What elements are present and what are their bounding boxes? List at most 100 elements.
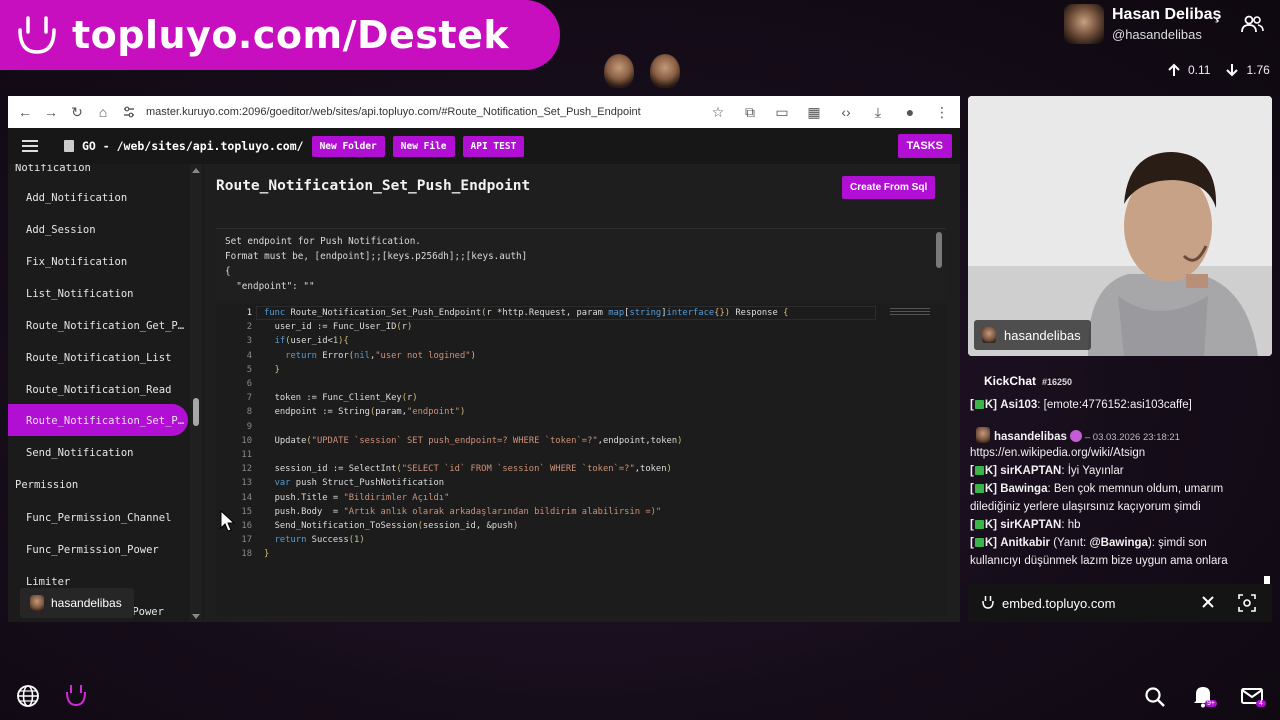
line-number: 7 <box>246 393 252 404</box>
line-number: 11 <box>241 450 252 460</box>
forward-button[interactable]: → <box>38 99 64 125</box>
qr-icon[interactable]: ▦ <box>802 99 826 125</box>
avatar <box>30 595 44 611</box>
sidebar-item[interactable]: Func_Permission_Channel <box>26 512 171 524</box>
chat-username[interactable]: sirKAPTAN <box>1000 519 1061 531</box>
chat-message: [K] sirKAPTAN: hb <box>970 519 1081 531</box>
screenshot-icon[interactable] <box>1238 594 1256 612</box>
devtools-icon[interactable]: ‹› <box>834 99 858 125</box>
code-editor[interactable]: 1 func Route_Notification_Set_Push_Endpoi… <box>216 304 946 616</box>
mouse-pointer-icon <box>220 510 236 532</box>
chat-username[interactable]: hasandelibas <box>994 431 1067 443</box>
globe-icon[interactable] <box>16 684 40 708</box>
avatar <box>982 327 996 343</box>
back-button[interactable]: ← <box>12 99 38 125</box>
viewer-faces <box>604 54 680 88</box>
code-line: token := Func_Client_Key(r) <box>264 393 418 404</box>
code-line: user_id := Func_User_ID(r) <box>264 322 413 333</box>
chat-username[interactable]: Anitkabir <box>1000 537 1050 549</box>
network-stats: 0.11 1.76 <box>1166 62 1270 78</box>
create-from-sql-button[interactable]: Create From Sql <box>842 176 936 199</box>
line-number: 8 <box>246 407 252 418</box>
arrow-down-icon <box>1226 64 1239 77</box>
hamburger-menu-icon[interactable] <box>22 140 38 152</box>
close-icon[interactable] <box>1200 594 1216 610</box>
verified-badge-icon <box>1069 430 1082 442</box>
chat-message: [K] Anitkabir (Yanıt: @Bawinga): şimdi s… <box>970 537 1207 549</box>
sidebar-item-active[interactable]: Route_Notification_Set_P… <box>26 415 184 427</box>
sidebar-item[interactable]: Route_Notification_Read <box>26 384 171 396</box>
menu-kebab-icon[interactable]: ⋮ <box>930 99 954 125</box>
profile-avatar-icon[interactable]: ● <box>898 99 922 125</box>
new-file-button[interactable]: New File <box>392 135 455 157</box>
sidebar-scrollbar[interactable] <box>190 164 202 622</box>
bookmark-star-icon[interactable]: ☆ <box>706 99 730 125</box>
chat-username[interactable]: sirKAPTAN <box>1000 465 1061 477</box>
topluyo-logo-icon <box>982 596 994 609</box>
reload-button[interactable]: ↻ <box>64 99 90 125</box>
chat-text: ): şimdi son <box>1147 537 1207 549</box>
cast-icon[interactable]: ▭ <box>770 99 794 125</box>
embed-url[interactable]: embed.topluyo.com <box>1002 596 1115 611</box>
address-bar: ← → ↻ ⌂ master.kuruyo.com:2096/goeditor/… <box>8 96 960 128</box>
url-input[interactable]: master.kuruyo.com:2096/goeditor/web/site… <box>146 106 641 118</box>
api-test-button[interactable]: API TEST <box>462 135 525 157</box>
mail-badge: 4 <box>1256 700 1266 707</box>
sidebar-item[interactable]: Limiter <box>26 576 70 588</box>
editor-toolbar: GO - /web/sites/api.topluyo.com/ New Fol… <box>8 128 960 164</box>
line-number: 5 <box>246 364 252 375</box>
kick-badge: K] <box>984 537 997 549</box>
code-minimap[interactable] <box>890 308 930 322</box>
scroll-down-arrow-icon[interactable] <box>192 614 200 619</box>
sidebar-group-notification[interactable]: Notification <box>15 164 91 174</box>
chat-header: KickChat #16250 <box>984 374 1072 388</box>
comment-line: Set endpoint for Push Notification. <box>225 236 421 247</box>
viewer-name: hasandelibas <box>51 596 122 610</box>
download-icon[interactable]: ⤓ <box>866 99 890 125</box>
scroll-up-arrow-icon[interactable] <box>192 168 200 173</box>
topluyo-banner: topluyo.com/Destek <box>0 0 560 70</box>
line-number: 17 <box>241 535 252 546</box>
site-info-icon[interactable] <box>122 105 136 119</box>
chat-username[interactable]: Bawinga <box>1000 483 1047 495</box>
users-icon[interactable] <box>1240 14 1264 34</box>
sidebar-item[interactable]: Route_Notification_Get_P… <box>26 320 184 332</box>
topluyo-logo-icon <box>18 16 56 54</box>
sidebar-item[interactable]: List_Notification <box>26 288 133 300</box>
extensions-icon[interactable]: ⧉ <box>738 99 762 125</box>
profile-name: Hasan Delibaş <box>1112 6 1222 23</box>
search-icon[interactable] <box>1144 686 1166 708</box>
sidebar-item[interactable]: Send_Notification <box>26 447 133 459</box>
sidebar-item[interactable]: Fix_Notification <box>26 256 127 268</box>
tasks-button[interactable]: TASKS <box>897 134 952 158</box>
avatar[interactable] <box>1064 4 1104 44</box>
chat-username[interactable]: Asi103 <box>1000 399 1037 411</box>
notification-badge: 9+ <box>1205 700 1217 707</box>
sidebar-item[interactable]: Func_Permission_Power <box>26 544 159 556</box>
topluyo-logo-icon[interactable] <box>64 682 88 708</box>
code-line: } <box>264 549 270 560</box>
code-line: return Error(nil,"user not logined") <box>285 350 476 361</box>
line-number: 2 <box>246 322 252 333</box>
chat-link[interactable]: https://en.wikipedia.org/wiki/Atsign <box>970 447 1145 459</box>
description-scrollbar[interactable] <box>936 232 942 268</box>
sidebar-scroll-thumb[interactable] <box>193 398 199 426</box>
home-button[interactable]: ⌂ <box>90 99 116 125</box>
chat-text: kullanıcıyı düşünmek lazım bize uygun am… <box>970 555 1228 567</box>
streamer-profile[interactable]: Hasan Delibaş @hasandelibas <box>1064 4 1221 44</box>
line-number: 10 <box>241 435 252 446</box>
chat-scroll-indicator[interactable] <box>1264 576 1270 584</box>
description-editor[interactable]: Set endpoint for Push Notification. Form… <box>216 228 946 300</box>
chat-message: kullanıcıyı düşünmek lazım bize uygun am… <box>970 552 1266 570</box>
sidebar-item[interactable]: Route_Notification_List <box>26 352 171 364</box>
page-title: Route_Notification_Set_Push_Endpoint <box>216 178 531 194</box>
code-line: push.Body = "Artık anlık olarak arkadaşl… <box>264 506 662 517</box>
sidebar-item[interactable]: Add_Notification <box>26 192 127 204</box>
chat-reply-user[interactable]: @Bawinga <box>1089 537 1148 549</box>
kick-badge: K] <box>984 483 997 495</box>
sidebar-group-permission[interactable]: Permission <box>15 479 78 491</box>
new-folder-button[interactable]: New Folder <box>311 135 385 157</box>
sidebar-item[interactable]: Add_Session <box>26 224 96 236</box>
chat-text: dilediğiniz yerlere ulaşırsınız kaçıyoru… <box>970 501 1201 513</box>
viewer-avatar <box>604 54 634 88</box>
